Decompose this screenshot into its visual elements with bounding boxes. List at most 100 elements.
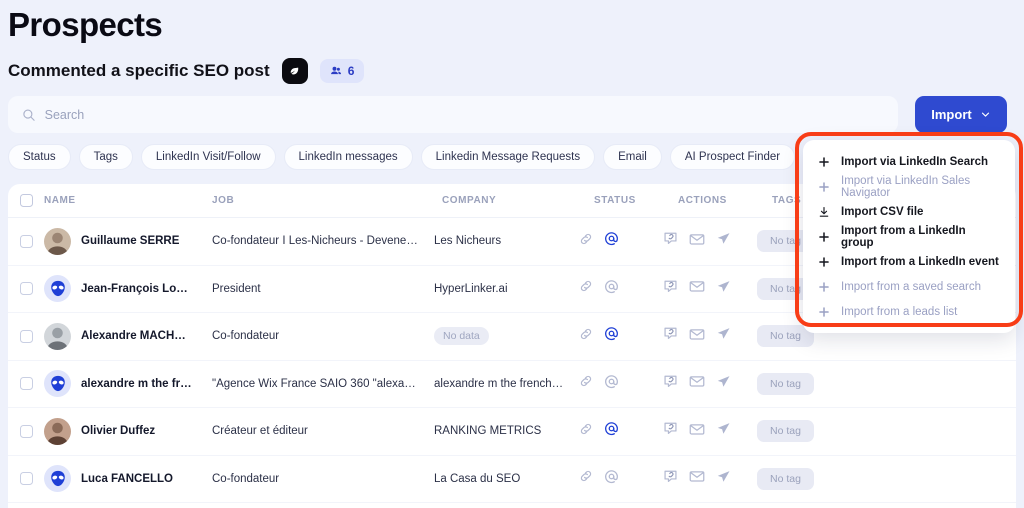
- status-at-icon[interactable]: [604, 279, 619, 299]
- status-link-icon[interactable]: [579, 374, 593, 393]
- link-icon: [580, 233, 592, 244]
- linkedin-message-icon: [664, 375, 677, 387]
- cell-status: [579, 231, 663, 251]
- table-row[interactable]: Olivier Duffez Créateur et éditeur RANKI…: [8, 408, 1016, 456]
- select-all-checkbox[interactable]: [19, 194, 33, 207]
- filter-chip-tags[interactable]: Tags: [78, 144, 133, 170]
- action-linkedin-message[interactable]: [663, 469, 678, 489]
- action-email[interactable]: [689, 373, 705, 394]
- action-email[interactable]: [689, 468, 705, 489]
- action-email[interactable]: [689, 278, 705, 299]
- filter-chip-email[interactable]: Email: [603, 144, 662, 170]
- filter-chip-ai-prospect-finder[interactable]: AI Prospect Finder: [669, 144, 796, 170]
- plus-icon: [817, 231, 830, 243]
- send-icon: [717, 233, 730, 244]
- table-row[interactable]: Luca FANCELLO Co-fondateur La Casa du SE…: [8, 456, 1016, 503]
- photo-avatar-icon: [44, 417, 71, 445]
- action-send[interactable]: [716, 421, 731, 441]
- at-icon: [605, 422, 618, 436]
- cell-company: HyperLinker.ai: [434, 282, 508, 295]
- action-email[interactable]: [689, 231, 705, 252]
- send-icon: [717, 328, 730, 339]
- import-menu-item-1: Import via LinkedIn Sales Navigator: [803, 174, 1015, 199]
- plus-icon: [817, 256, 830, 268]
- filter-chip-linkedin-visit-follow[interactable]: LinkedIn Visit/Follow: [140, 144, 276, 170]
- search-bar[interactable]: [8, 96, 898, 133]
- cell-job: "Agence Wix France SAIO 360 "alexandre …: [212, 377, 434, 390]
- app-root: Prospects Commented a specific SEO post …: [0, 0, 1024, 508]
- no-tag-badge[interactable]: No tag: [757, 420, 814, 443]
- cell-job: President: [212, 282, 261, 295]
- status-at-icon[interactable]: [604, 326, 619, 346]
- row-checkbox[interactable]: [19, 234, 33, 248]
- row-select-cell: [8, 472, 44, 486]
- action-linkedin-message[interactable]: [663, 326, 678, 346]
- filter-chip-status[interactable]: Status: [8, 144, 71, 170]
- no-tag-badge[interactable]: No tag: [757, 372, 814, 395]
- status-link-icon[interactable]: [579, 469, 593, 488]
- people-icon: [330, 66, 341, 75]
- status-at-icon[interactable]: [604, 231, 619, 251]
- chevron-down-icon: [981, 112, 989, 117]
- header-company: COMPANY: [442, 195, 497, 206]
- import-menu-item-3[interactable]: Import from a LinkedIn group: [803, 224, 1015, 249]
- header-status: STATUS: [594, 195, 636, 206]
- import-menu-item-2[interactable]: Import CSV file: [803, 199, 1015, 224]
- search-input[interactable]: [44, 107, 884, 122]
- row-checkbox[interactable]: [19, 424, 33, 438]
- email-icon: [689, 424, 705, 435]
- search-icon: [23, 109, 35, 121]
- action-linkedin-message[interactable]: [663, 421, 678, 441]
- cell-status: [579, 374, 663, 394]
- action-linkedin-message[interactable]: [663, 231, 678, 251]
- status-at-icon[interactable]: [604, 421, 619, 441]
- status-at-icon[interactable]: [604, 374, 619, 394]
- import-button[interactable]: Import: [915, 96, 1007, 133]
- linkedin-message-icon: [664, 470, 677, 482]
- status-link-icon[interactable]: [579, 232, 593, 251]
- action-send[interactable]: [716, 231, 731, 251]
- table-row[interactable]: alexandre m the fr… "Agence Wix France S…: [8, 361, 1016, 408]
- row-select-cell: [8, 424, 44, 438]
- action-send[interactable]: [716, 326, 731, 346]
- import-menu-item-4[interactable]: Import from a LinkedIn event: [803, 249, 1015, 274]
- filter-chip-linkedin-message-requests[interactable]: Linkedin Message Requests: [420, 144, 596, 170]
- action-linkedin-message[interactable]: [663, 279, 678, 299]
- header-job: JOB: [212, 195, 235, 206]
- status-link-icon[interactable]: [579, 279, 593, 298]
- status-link-icon[interactable]: [579, 327, 593, 346]
- filter-chip-linkedin-messages[interactable]: LinkedIn messages: [283, 144, 413, 170]
- prospect-name: Jean-François Lo…: [81, 282, 188, 295]
- action-send[interactable]: [716, 374, 731, 394]
- page-title: Prospects: [8, 6, 163, 43]
- row-checkbox[interactable]: [19, 329, 33, 343]
- email-icon: [689, 281, 705, 292]
- action-email[interactable]: [689, 326, 705, 347]
- import-menu-item-5: Import from a saved search: [803, 274, 1015, 299]
- action-email[interactable]: [689, 421, 705, 442]
- download-icon: [819, 206, 828, 217]
- import-menu-item-0[interactable]: Import via LinkedIn Search: [803, 149, 1015, 174]
- prospect-count-badge: 6: [319, 59, 365, 83]
- link-icon: [580, 281, 592, 292]
- avatar: [44, 322, 71, 350]
- status-at-icon[interactable]: [604, 469, 619, 489]
- cell-actions: [663, 373, 757, 394]
- at-icon: [605, 232, 618, 246]
- link-icon: [580, 471, 592, 482]
- cell-name: Luca FANCELLO: [44, 465, 212, 493]
- no-tag-badge[interactable]: No tag: [757, 467, 814, 490]
- leaf-badge[interactable]: [281, 58, 308, 84]
- row-checkbox[interactable]: [19, 472, 33, 486]
- cell-company: No data: [434, 327, 579, 346]
- leaf-icon: [290, 67, 299, 74]
- status-link-icon[interactable]: [579, 422, 593, 441]
- plus-icon: [817, 156, 830, 168]
- row-checkbox[interactable]: [19, 377, 33, 391]
- import-menu-item-label: Import from a LinkedIn event: [841, 255, 999, 268]
- row-checkbox[interactable]: [19, 282, 33, 296]
- action-send[interactable]: [716, 279, 731, 299]
- action-send[interactable]: [716, 469, 731, 489]
- action-linkedin-message[interactable]: [663, 374, 678, 394]
- avatar: [44, 275, 71, 303]
